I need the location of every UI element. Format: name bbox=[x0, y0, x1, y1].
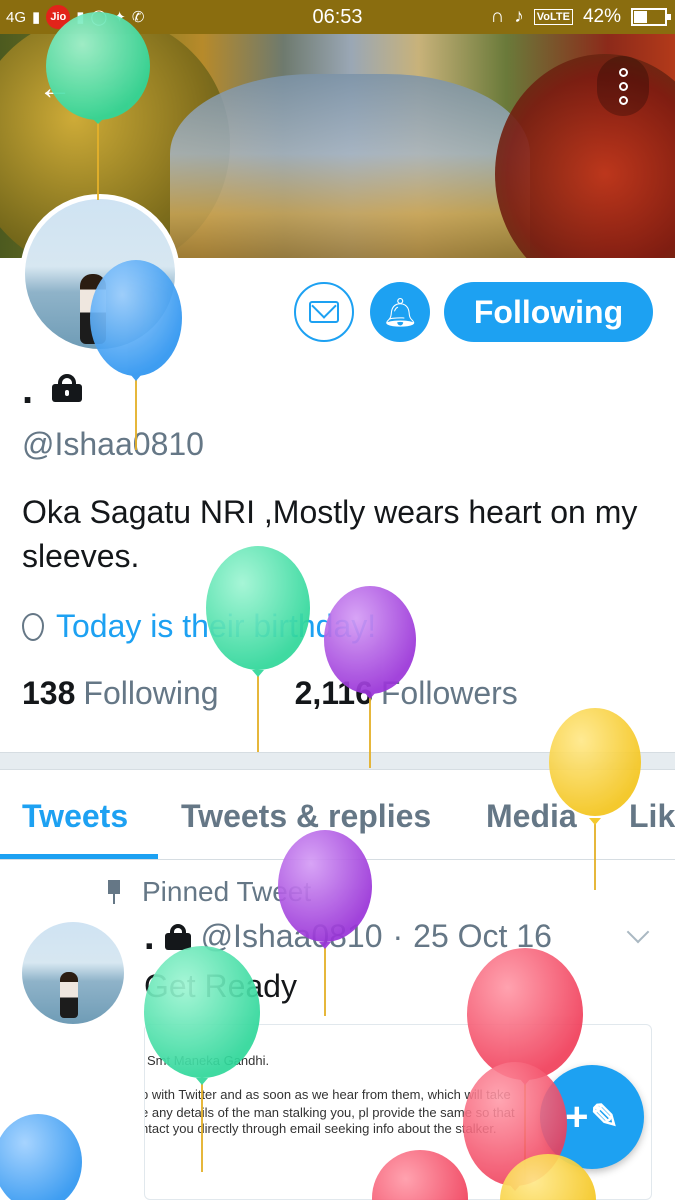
display-name: . bbox=[22, 368, 34, 412]
pinned-label: Pinned Tweet bbox=[142, 876, 312, 907]
battery-percent: 42% bbox=[582, 6, 621, 27]
chevron-down-icon[interactable] bbox=[626, 920, 650, 944]
media-text-line: p with Twitter and as soon as we hear fr… bbox=[144, 1087, 511, 1102]
tweet-separator: · bbox=[392, 918, 404, 954]
tweet-date: 25 Oct 16 bbox=[413, 918, 552, 954]
birthday-row: Today is their birthday! bbox=[22, 608, 376, 645]
volte-badge: VoLTE bbox=[533, 9, 573, 25]
compose-tweet-button[interactable]: + ✎ bbox=[540, 1065, 644, 1169]
status-bar-right: ∩ ♪ VoLTE 42% bbox=[490, 4, 671, 30]
pinned-row: Pinned Tweet bbox=[104, 876, 311, 908]
battery-icon bbox=[631, 8, 671, 26]
following-count: 138 bbox=[22, 675, 76, 711]
compose-plus: + bbox=[565, 1094, 589, 1139]
headset-icon: ∩ bbox=[490, 6, 505, 27]
profile-bio: Oka Sagatu NRI ,Mostly wears heart on my… bbox=[22, 494, 638, 574]
media-text-line: Smt Maneka Gandhi. bbox=[147, 1053, 270, 1068]
tab-likes[interactable]: Lik bbox=[629, 798, 675, 835]
section-divider bbox=[0, 752, 675, 770]
dot-icon bbox=[618, 81, 628, 91]
notifications-button[interactable]: 🔔︎ bbox=[370, 282, 430, 342]
tab-tweets[interactable]: Tweets bbox=[22, 798, 128, 835]
followers-stat[interactable]: 2,116 Followers bbox=[295, 675, 518, 712]
lock-icon bbox=[164, 923, 191, 950]
following-button[interactable]: Following bbox=[444, 282, 653, 342]
dot-icon bbox=[618, 67, 628, 77]
more-options-button[interactable] bbox=[597, 56, 649, 116]
feather-icon: ✎ bbox=[590, 1098, 619, 1136]
mute-icon: ♪ bbox=[514, 6, 524, 27]
status-bar: 4G ▮ Jio ▮ ◯ ✦ ✆ 06:53 ∩ ♪ VoLTE 42% bbox=[0, 0, 675, 34]
media-text-line: ntact you directly through email seeking… bbox=[144, 1121, 497, 1136]
mail-icon bbox=[309, 301, 339, 323]
tweet-author-name: . bbox=[144, 915, 155, 958]
profile-tabs: Tweets Tweets & replies Media Lik bbox=[0, 770, 675, 860]
followers-label: Followers bbox=[380, 675, 518, 711]
media-text-line: e any details of the man stalking you, p… bbox=[144, 1105, 515, 1120]
tweet-header: . @Ishaa0810 · 25 Oct 16 bbox=[144, 915, 552, 958]
tab-tweets-replies[interactable]: Tweets & replies bbox=[181, 798, 431, 835]
balloon bbox=[0, 1114, 82, 1200]
back-arrow-icon[interactable]: ← bbox=[38, 68, 78, 108]
dot-icon bbox=[618, 95, 628, 105]
message-button[interactable] bbox=[294, 282, 354, 342]
pin-icon bbox=[104, 880, 124, 904]
following-label: Following bbox=[83, 675, 219, 711]
tweet-handle: @Ishaa0810 bbox=[200, 918, 383, 954]
tab-media[interactable]: Media bbox=[486, 798, 577, 835]
profile-handle: @Ishaa0810 bbox=[22, 426, 204, 462]
tweet-avatar[interactable] bbox=[22, 922, 124, 1024]
followers-count: 2,116 bbox=[294, 675, 373, 711]
active-tab-indicator bbox=[0, 854, 158, 859]
profile-avatar[interactable] bbox=[20, 194, 180, 354]
tweet-text: Get Ready bbox=[144, 968, 297, 1004]
follow-stats: 138 Following 2,116 Followers bbox=[22, 675, 518, 712]
bell-check-icon: 🔔︎ bbox=[382, 296, 418, 328]
following-stat[interactable]: 138 Following bbox=[22, 675, 219, 712]
balloon-icon bbox=[22, 612, 44, 641]
birthday-text: Today is their birthday! bbox=[56, 608, 377, 644]
lock-icon bbox=[52, 374, 82, 402]
